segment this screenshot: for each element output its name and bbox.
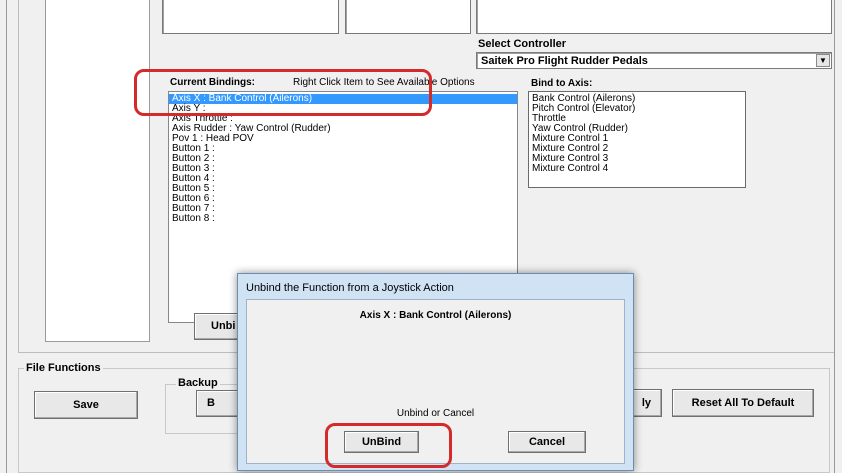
bind-to-axis-label: Bind to Axis:	[531, 78, 593, 89]
unbind-dialog-button-label: UnBind	[361, 436, 402, 448]
list-item[interactable]: Button 3 :	[169, 164, 517, 174]
cancel-button-label: Cancel	[528, 436, 566, 448]
cancel-button[interactable]: Cancel	[508, 431, 586, 453]
current-bindings-hint: Right Click Item to See Available Option…	[293, 77, 475, 88]
file-functions-label: File Functions	[24, 362, 103, 374]
list-item[interactable]: Axis X : Bank Control (Ailerons)	[169, 94, 517, 104]
dialog-title: Unbind the Function from a Joystick Acti…	[246, 282, 454, 294]
top-box-3[interactable]	[476, 0, 832, 34]
list-item[interactable]: Button 2 :	[169, 154, 517, 164]
list-item[interactable]: Button 6 :	[169, 194, 517, 204]
current-bindings-label: Current Bindings:	[170, 77, 255, 88]
bind-to-axis-list[interactable]: Bank Control (Ailerons) Pitch Control (E…	[528, 91, 746, 188]
backup-button[interactable]: B	[196, 390, 240, 417]
apply-button-label: ly	[641, 397, 651, 409]
chevron-down-icon[interactable]: ▼	[816, 54, 830, 67]
save-button[interactable]: Save	[34, 391, 138, 419]
reset-all-button[interactable]: Reset All To Default	[672, 389, 814, 417]
controller-select-value: Saitek Pro Flight Rudder Pedals	[481, 55, 648, 67]
list-item[interactable]: Mixture Control 4	[529, 164, 745, 174]
unbind-dialog-button[interactable]: UnBind	[344, 431, 419, 453]
list-item[interactable]: Button 8 :	[169, 214, 517, 224]
top-box-2[interactable]	[345, 0, 471, 34]
unbind-button-label: Unbi	[211, 320, 236, 332]
dialog-prompt: Unbind or Cancel	[396, 408, 475, 419]
outer-frame-left	[6, 0, 7, 473]
reset-all-button-label: Reset All To Default	[691, 397, 795, 409]
left-panel	[18, 0, 19, 352]
list-item[interactable]: Button 7 :	[169, 204, 517, 214]
outer-frame-right	[834, 0, 835, 473]
list-item[interactable]: Button 5 :	[169, 184, 517, 194]
left-listbox[interactable]	[45, 0, 150, 342]
dialog-client-area: Axis X : Bank Control (Ailerons) Unbind …	[246, 299, 625, 464]
save-button-label: Save	[73, 399, 99, 411]
list-item[interactable]: Button 4 :	[169, 174, 517, 184]
select-controller-label: Select Controller	[478, 38, 567, 50]
list-item[interactable]: Button 1 :	[169, 144, 517, 154]
list-item[interactable]: Pov 1 : Head POV	[169, 134, 517, 144]
backup-button-label: B	[207, 397, 215, 409]
backup-label: Backup	[176, 377, 220, 389]
controller-select[interactable]: Saitek Pro Flight Rudder Pedals ▼	[476, 52, 832, 69]
unbind-dialog: Unbind the Function from a Joystick Acti…	[237, 273, 634, 471]
dialog-message: Axis X : Bank Control (Ailerons)	[359, 310, 512, 321]
top-box-1[interactable]	[162, 0, 339, 34]
